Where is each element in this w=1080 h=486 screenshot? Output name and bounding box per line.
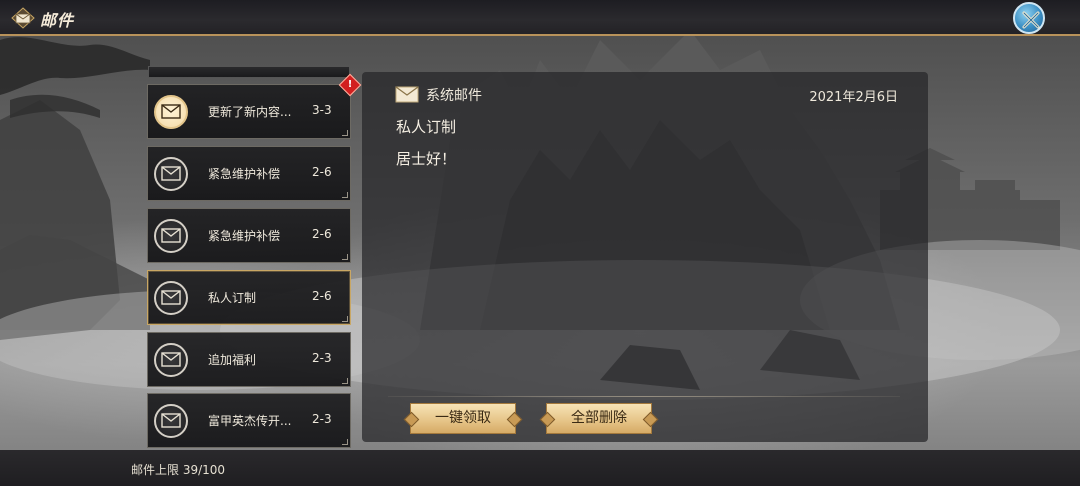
mail-icon [154,95,188,129]
mail-count: 3-3 [312,103,332,117]
mail-item[interactable]: 紧急维护补偿 2-6 [147,208,351,263]
mail-date: 2021年2月6日 [809,90,898,105]
mail-sender: 系统邮件 [426,88,482,104]
mail-capacity: 邮件上限 39/100 [131,463,226,477]
mail-title: 富甲英杰传开... [208,414,292,428]
mail-icon [154,343,188,377]
header-bar: 邮件 [0,0,1080,36]
mail-icon [154,219,188,253]
mail-item[interactable]: 富甲英杰传开... 2-3 [147,393,351,448]
mail-detail-panel: 系统邮件 2021年2月6日 私人订制 居士好！ 一键领取 全部删除 [362,72,928,442]
mail-icon [11,7,35,29]
mail-count: 2-3 [312,412,332,426]
footer-bar: 邮件上限 39/100 [0,450,1080,486]
mail-count: 2-6 [312,289,332,303]
close-x-icon [1022,11,1040,29]
mail-icon [154,157,188,191]
mail-title: 紧急维护补偿 [208,167,281,181]
mail-subject: 私人订制 [396,118,457,136]
page-title: 邮件 [40,11,75,30]
mail-title: 紧急维护补偿 [208,229,281,243]
mail-title: 追加福利 [208,353,257,367]
mail-icon [154,404,188,438]
mail-item[interactable]: 追加福利 2-3 [147,332,351,387]
mail-icon [154,281,188,315]
mail-item-selected[interactable]: 私人订制 2-6 [147,270,351,325]
delete-all-button[interactable]: 全部删除 [546,403,652,434]
divider [388,396,900,397]
list-scroll-edge [148,66,350,78]
mail-body: 居士好！ [396,150,457,168]
mail-item[interactable]: 更新了新内容... 3-3 [147,84,351,139]
new-badge-mark: ! [347,79,353,90]
mail-title: 更新了新内容... [208,105,292,119]
close-button[interactable] [1013,2,1045,34]
mail-count: 2-3 [312,351,332,365]
mail-item[interactable]: 紧急维护补偿 2-6 [147,146,351,201]
envelope-icon [395,86,419,103]
claim-all-button[interactable]: 一键领取 [410,403,516,434]
mail-title: 私人订制 [208,291,257,305]
mail-count: 2-6 [312,165,332,179]
mail-count: 2-6 [312,227,332,241]
